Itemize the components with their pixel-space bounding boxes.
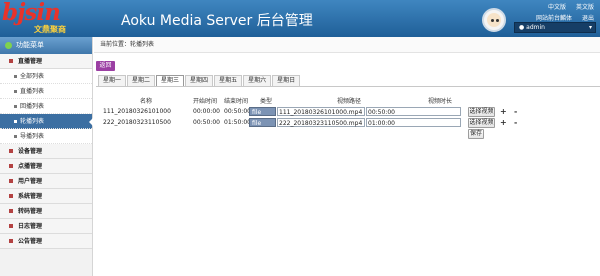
col-header-type: 类型 [260,98,273,105]
bullet-icon [14,105,17,108]
bullet-icon [14,75,17,78]
sidebar: 功能菜单 直播管理 全部列表 直播列表 回播列表 轮播列表 导播列表 设备管理 … [0,37,93,276]
col-header-duration: 视频时长 [428,98,453,105]
avatar [482,8,506,32]
sidebar-group-live[interactable]: 直播管理 [0,54,92,69]
col-header-end: 结束时间 [224,98,249,105]
row1-name: 111_20180326101000 [103,108,171,115]
breadcrumb: 当前位置：轮播列表 [94,37,600,53]
language-links: 中文版 英文版 [540,2,594,11]
app-title: Aoku Media Server 后台管理 [121,13,313,29]
tab-sunday[interactable]: 星期日 [272,75,301,86]
link-english[interactable]: 英文版 [576,4,594,11]
row2-add-button[interactable]: + [500,118,507,128]
sidebar-item-director[interactable]: 导播列表 [0,129,92,144]
row2-remove-button[interactable]: - [514,118,517,128]
col-header-path: 视频路径 [337,98,362,105]
row1-duration-field[interactable]: 00:50:00 [366,107,461,116]
row1-remove-button[interactable]: - [514,107,517,117]
header-bar: bjsin 文鼎聚商 Aoku Media Server 后台管理 中文版 英文… [0,0,600,37]
bullet-icon [9,179,13,183]
sidebar-group-notice[interactable]: 公告管理 [0,234,92,249]
link-chinese[interactable]: 中文版 [548,4,566,11]
sidebar-group-user[interactable]: 用户管理 [0,174,92,189]
tab-thursday[interactable]: 星期四 [185,75,214,86]
tab-saturday[interactable]: 星期六 [243,75,272,86]
user-name: admin [526,24,545,31]
sidebar-item-carousel[interactable]: 轮播列表 [0,114,93,129]
sidebar-group-device[interactable]: 设备管理 [0,144,92,159]
bullet-icon [9,164,13,168]
main-content: 当前位置：轮播列表 返回 星期一 星期二 星期三 星期四 星期五 星期六 星期日… [94,37,600,276]
bullet-icon [9,209,13,213]
bullet-icon [14,120,17,123]
bullet-icon [9,239,13,243]
sidebar-group-transcode[interactable]: 转码管理 [0,204,92,219]
sidebar-group-vod[interactable]: 点播管理 [0,159,92,174]
link-logout[interactable]: 退出 [582,15,594,22]
sidebar-item-all[interactable]: 全部列表 [0,69,92,84]
row1-start: 00:00:00 [193,108,220,115]
sidebar-group-log[interactable]: 日志管理 [0,219,92,234]
bullet-icon [9,59,13,63]
back-button[interactable]: 返回 [96,61,115,71]
bullet-icon [14,90,17,93]
row1-type[interactable]: file [249,107,276,116]
app-window: bjsin 文鼎聚商 Aoku Media Server 后台管理 中文版 英文… [0,0,600,276]
tab-tuesday[interactable]: 星期二 [127,75,156,86]
row2-type[interactable]: file [249,118,276,127]
save-button[interactable]: 保存 [468,129,484,139]
row2-start: 00:50:00 [193,119,220,126]
menu-title: 功能菜单 [0,37,92,54]
link-frontend[interactable]: 网站前台麟体 [536,15,572,22]
logo: bjsin 文鼎聚商 [2,0,66,34]
user-icon: ● [519,24,525,31]
tab-monday[interactable]: 星期一 [98,75,127,86]
tab-friday[interactable]: 星期五 [214,75,243,86]
sidebar-item-replay[interactable]: 回播列表 [0,99,92,114]
chevron-down-icon: ▾ [588,24,592,31]
row2-select-video-button[interactable]: 选择视频 [468,118,495,128]
bullet-icon [9,224,13,228]
site-links: 网站前台麟体 退出 [528,13,594,22]
row1-select-video-button[interactable]: 选择视频 [468,107,495,117]
col-header-name: 名称 [140,98,153,105]
bullet-icon [9,194,13,198]
weekday-tabs: 星期一 星期二 星期三 星期四 星期五 星期六 星期日 [98,75,301,86]
row1-add-button[interactable]: + [500,107,507,117]
row2-name: 222_20180323110500 [103,119,171,126]
user-dropdown[interactable]: ● admin ▾ [514,22,596,33]
sidebar-item-live[interactable]: 直播列表 [0,84,92,99]
row2-duration-field[interactable]: 01:00:00 [366,118,461,127]
row2-path-field[interactable]: 222_20180323110500.mp4 [277,118,365,127]
tab-divider [96,86,600,87]
bullet-icon [14,135,17,138]
bullet-icon [9,149,13,153]
menu-icon [5,42,12,49]
row1-path-field[interactable]: 111_20180326101000.mp4 [277,107,365,116]
tab-wednesday[interactable]: 星期三 [156,75,185,86]
sidebar-group-system[interactable]: 系统管理 [0,189,92,204]
col-header-start: 开始时间 [193,98,218,105]
